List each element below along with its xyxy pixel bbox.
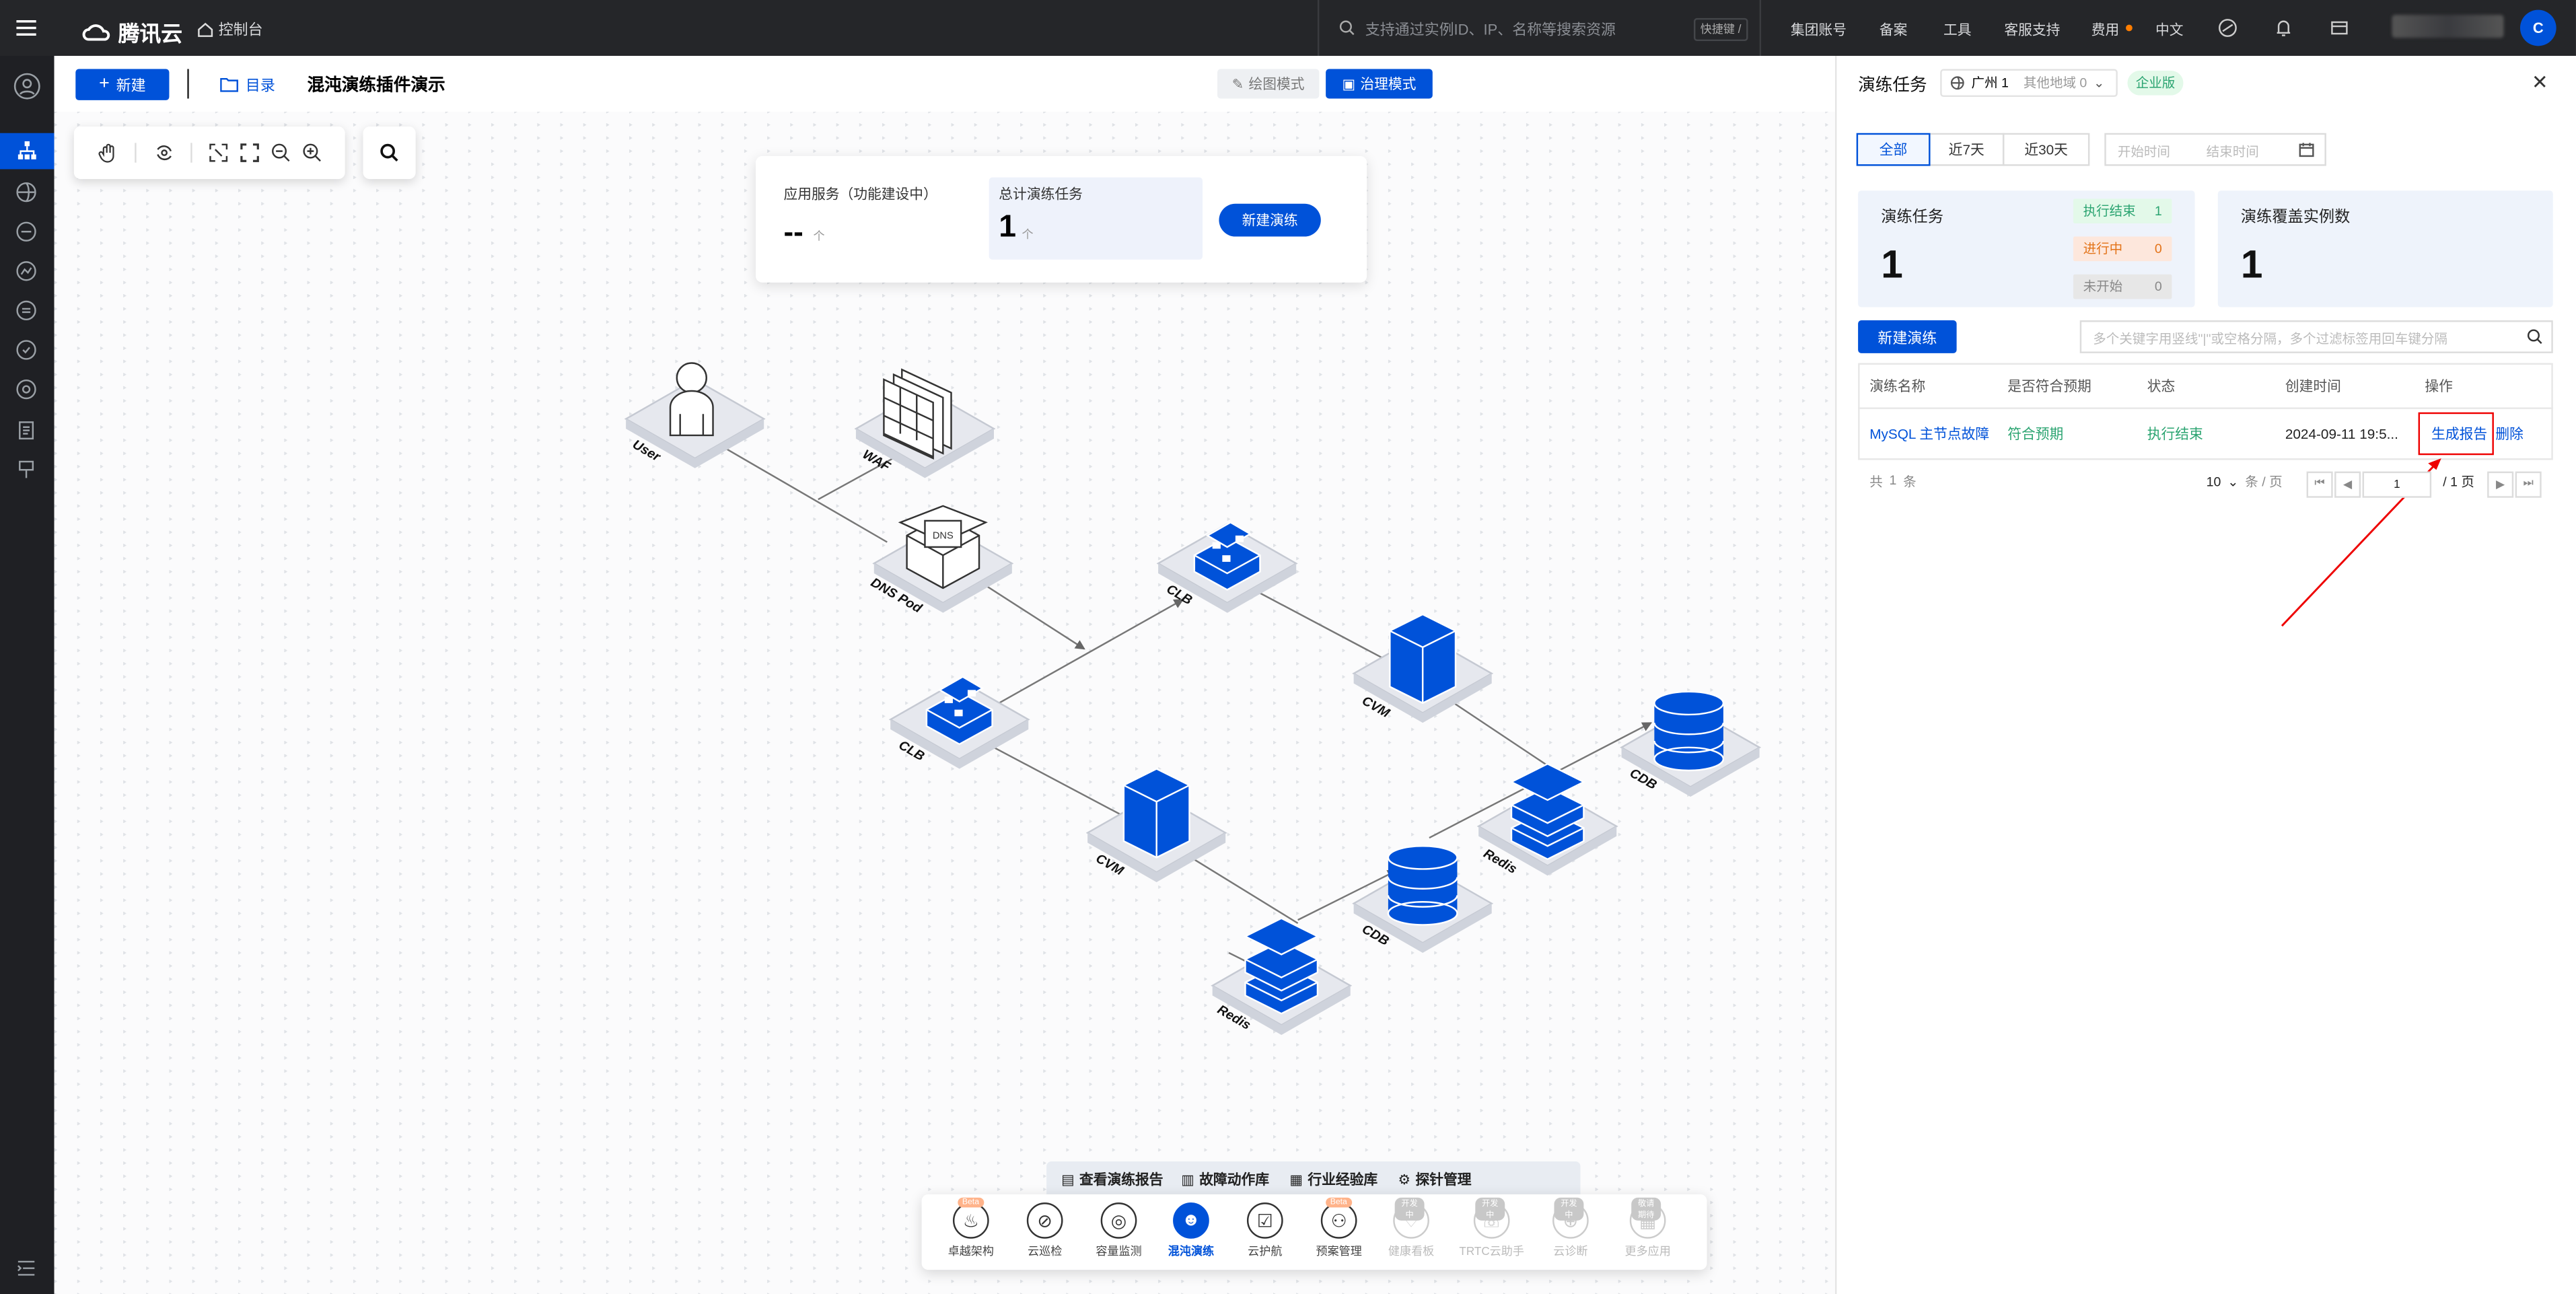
page-size-value: 10 (2206, 474, 2221, 490)
last-page-icon[interactable]: ⏭ (2515, 471, 2542, 498)
first-page-icon[interactable]: ⏮ (2306, 471, 2333, 498)
page-size-select[interactable]: 10 ⌄ 条 / 页 (2207, 473, 2283, 491)
annotation-arrow (2281, 458, 2441, 627)
chevron-down-icon: ⌄ (2227, 474, 2239, 490)
page-size-unit: 条 / 页 (2245, 474, 2283, 490)
total-suffix: 条 (1903, 474, 1917, 490)
page-number-input[interactable]: 1 (2362, 471, 2432, 498)
total-prefix: 共 (1869, 474, 1883, 490)
tab-all[interactable]: 全部 (1856, 133, 1931, 166)
prev-page-icon[interactable]: ◀ (2334, 471, 2361, 498)
next-page-icon[interactable]: ▶ (2487, 471, 2514, 498)
page-total: / 1 页 (2443, 474, 2474, 490)
total-number: 1 (1889, 473, 1897, 489)
total-count: 共 1 条 (1869, 473, 1916, 491)
